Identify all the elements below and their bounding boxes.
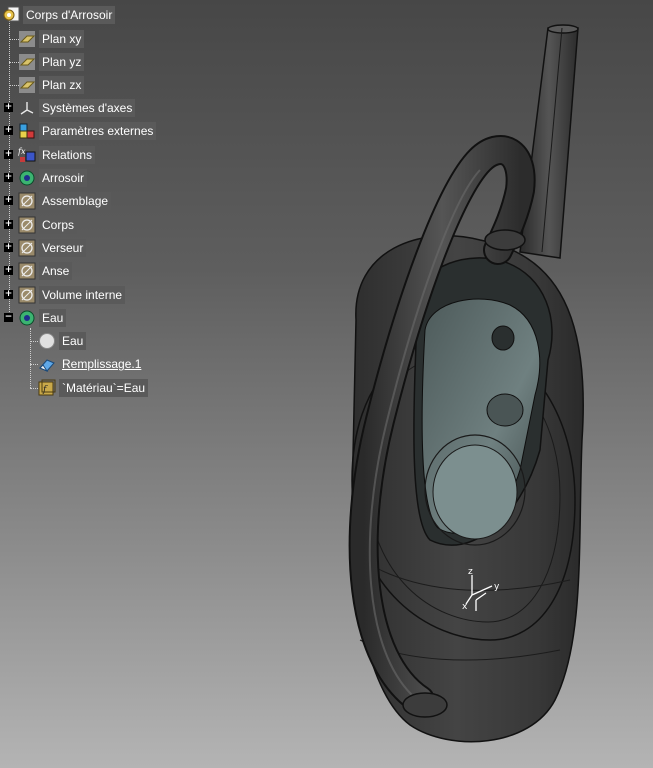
svg-text:fx: fx	[18, 147, 26, 156]
axis-system-icon	[20, 102, 34, 115]
geometrical-set-icon	[18, 239, 36, 257]
tree-item-label[interactable]: Eau	[59, 332, 87, 350]
tree-item-label[interactable]: Plan zx	[39, 76, 85, 94]
tree-item-plan-zx[interactable]: Plan zx	[18, 74, 85, 96]
tree-item-eau[interactable]: Eau	[18, 307, 67, 329]
plane-icon	[19, 31, 36, 47]
expand-toggle-icon[interactable]: +	[4, 266, 13, 275]
tree-item-eau-body[interactable]: Eau	[38, 330, 87, 352]
spout[interactable]	[519, 24, 579, 259]
expand-toggle-icon[interactable]: +	[4, 103, 13, 112]
expand-toggle-icon[interactable]: +	[4, 196, 13, 205]
expand-toggle-icon[interactable]: +	[4, 243, 13, 252]
external-parameters-icon	[19, 123, 35, 139]
geometrical-set-icon	[18, 192, 36, 210]
tree-item-plan-yz[interactable]: Plan yz	[18, 51, 85, 73]
tree-item-anse[interactable]: Anse	[18, 260, 73, 282]
part-body-gear-icon	[19, 310, 35, 326]
tree-connector	[30, 364, 38, 365]
expand-toggle-icon[interactable]: +	[4, 126, 13, 135]
tree-connector	[30, 328, 31, 388]
tree-item-plan-xy[interactable]: Plan xy	[18, 28, 85, 50]
geometrical-set-icon	[18, 286, 36, 304]
fill-eraser-icon	[39, 359, 55, 373]
tree-item-label[interactable]: Assemblage	[39, 192, 112, 210]
expand-toggle-icon[interactable]: +	[4, 150, 13, 159]
tree-item-verseur[interactable]: Verseur	[18, 237, 87, 259]
collapse-toggle-icon[interactable]: −	[4, 313, 13, 322]
specification-tree: Corps d'Arrosoir Plan xy Plan yz Plan zx…	[0, 0, 330, 410]
material-formula-icon: f	[38, 379, 56, 396]
plane-icon	[19, 54, 36, 70]
tree-item-label[interactable]: Volume interne	[39, 286, 126, 304]
tree-item-label[interactable]: Plan xy	[39, 30, 85, 48]
tree-root[interactable]: Corps d'Arrosoir	[2, 4, 116, 26]
tree-connector	[9, 20, 10, 320]
tree-item-label[interactable]: Verseur	[39, 239, 87, 257]
compass-z-label: z	[468, 567, 473, 577]
tree-item-label[interactable]: Systèmes d'axes	[39, 99, 136, 117]
plane-icon	[19, 77, 36, 93]
tree-item-label[interactable]: Arrosoir	[39, 169, 88, 187]
tree-item-label[interactable]: Anse	[39, 262, 73, 280]
tree-item-label[interactable]: Corps	[39, 216, 78, 234]
tree-item-label[interactable]: Eau	[39, 309, 67, 327]
tree-item-materiau[interactable]: f `Matériau`=Eau	[38, 377, 149, 399]
tree-item-remplissage[interactable]: Remplissage.1	[38, 353, 144, 375]
tree-connector	[30, 341, 38, 342]
tree-item-label[interactable]: Paramètres externes	[39, 122, 157, 140]
tree-item-parametres-externes[interactable]: Paramètres externes	[18, 120, 157, 142]
compass-y-label: y	[494, 582, 500, 592]
tree-item-systemes-axes[interactable]: Systèmes d'axes	[18, 97, 136, 119]
compass-x-label: x	[462, 602, 468, 612]
geometrical-set-icon	[18, 216, 36, 234]
tree-item-label[interactable]: Relations	[39, 146, 96, 164]
part-body-gear-icon	[19, 170, 35, 186]
tree-connector	[30, 388, 38, 389]
tree-item-arrosoir[interactable]: Arrosoir	[18, 167, 88, 189]
geometrical-set-icon	[18, 262, 36, 280]
tree-item-corps[interactable]: Corps	[18, 214, 78, 236]
expand-toggle-icon[interactable]: +	[4, 173, 13, 182]
relations-fx-icon: fx	[18, 147, 36, 162]
tree-item-assemblage[interactable]: Assemblage	[18, 190, 112, 212]
tree-item-label-selected[interactable]: Remplissage.1	[59, 355, 144, 373]
tree-item-label[interactable]: Plan yz	[39, 53, 85, 71]
sphere-icon	[39, 333, 55, 349]
expand-toggle-icon[interactable]: +	[4, 290, 13, 299]
part-gear-icon	[3, 6, 20, 22]
expand-toggle-icon[interactable]: +	[4, 220, 13, 229]
tree-item-label[interactable]: `Matériau`=Eau	[59, 379, 149, 397]
tree-item-relations[interactable]: fx Relations	[18, 144, 96, 166]
tree-root-label[interactable]: Corps d'Arrosoir	[23, 6, 116, 24]
tree-item-volume-interne[interactable]: Volume interne	[18, 284, 126, 306]
